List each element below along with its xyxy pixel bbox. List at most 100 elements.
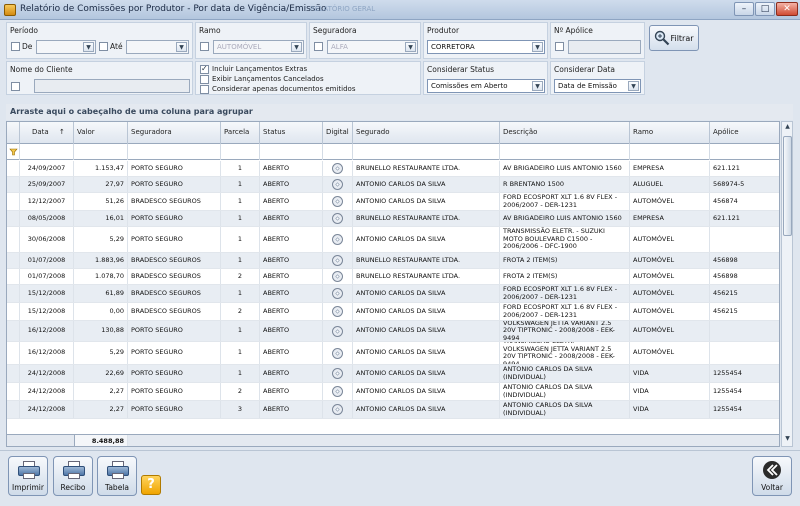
digital-disc-icon[interactable] bbox=[332, 288, 343, 299]
digital-disc-icon[interactable] bbox=[332, 255, 343, 266]
row-indicator[interactable] bbox=[7, 383, 20, 400]
row-indicator[interactable] bbox=[7, 269, 20, 284]
cell-parcela: 2 bbox=[221, 269, 260, 284]
recibo-button[interactable]: Recibo bbox=[53, 456, 93, 496]
filter-cell[interactable] bbox=[260, 144, 323, 160]
table-row[interactable]: 12/12/2007 51,26 BRADESCO SEGUROS 1 ABERTO AN… bbox=[7, 193, 779, 211]
data-inicio-combo[interactable]: ▼ bbox=[36, 40, 96, 54]
apolice-checkbox[interactable] bbox=[555, 42, 564, 51]
scroll-thumb[interactable] bbox=[783, 136, 792, 236]
row-indicator[interactable] bbox=[7, 161, 20, 176]
filter-cell[interactable] bbox=[353, 144, 500, 160]
cell-status: ABERTO bbox=[260, 161, 323, 176]
row-indicator[interactable] bbox=[7, 401, 20, 418]
digital-disc-icon[interactable] bbox=[332, 213, 343, 224]
table-row[interactable]: 01/07/2008 1.078,70 BRADESCO SEGUROS 2 ABERT… bbox=[7, 269, 779, 285]
column-header-seguradora[interactable]: Seguradora bbox=[128, 122, 221, 144]
filter-cell[interactable] bbox=[500, 144, 630, 160]
cell-valor: 1.883,96 bbox=[74, 253, 128, 268]
scroll-up-icon[interactable]: ▲ bbox=[783, 123, 792, 133]
maximize-button[interactable]: □ bbox=[755, 2, 775, 16]
column-header-ramo[interactable]: Ramo bbox=[630, 122, 710, 144]
data-fim-combo[interactable]: ▼ bbox=[126, 40, 189, 54]
voltar-button[interactable]: Voltar bbox=[752, 456, 792, 496]
row-indicator[interactable] bbox=[7, 253, 20, 268]
row-indicator[interactable] bbox=[7, 285, 20, 302]
imprimir-button[interactable]: Imprimir bbox=[8, 456, 48, 496]
digital-disc-icon[interactable] bbox=[332, 404, 343, 415]
digital-disc-icon[interactable] bbox=[332, 368, 343, 379]
digital-disc-icon[interactable] bbox=[332, 271, 343, 282]
cliente-checkbox[interactable] bbox=[11, 82, 20, 91]
row-indicator[interactable] bbox=[7, 303, 20, 320]
periodo-de-checkbox[interactable] bbox=[11, 42, 20, 51]
filter-cell[interactable] bbox=[323, 144, 353, 160]
close-button[interactable]: ✕ bbox=[776, 2, 798, 16]
digital-disc-icon[interactable] bbox=[332, 386, 343, 397]
filter-row-icon[interactable] bbox=[7, 144, 20, 160]
table-row[interactable]: 16/12/2008 5,29 PORTO SEGURO 1 ABERTO ANTONIO… bbox=[7, 342, 779, 365]
filter-cell[interactable] bbox=[74, 144, 128, 160]
exibir-cancelados-checkbox[interactable] bbox=[200, 75, 209, 84]
chevron-down-icon: ▼ bbox=[628, 81, 639, 91]
table-row[interactable]: 24/12/2008 2,27 PORTO SEGURO 3 ABERTO ANTONIO… bbox=[7, 401, 779, 419]
digital-disc-icon[interactable] bbox=[332, 325, 343, 337]
table-row[interactable]: 08/05/2008 16,01 PORTO SEGURO 1 ABERTO BRUNEL… bbox=[7, 211, 779, 227]
digital-disc-icon[interactable] bbox=[332, 234, 343, 245]
column-header-digital[interactable]: Digital bbox=[323, 122, 353, 144]
minimize-button[interactable]: – bbox=[734, 2, 754, 16]
column-header-valor[interactable]: Valor bbox=[74, 122, 128, 144]
table-row[interactable]: 01/07/2008 1.883,96 BRADESCO SEGUROS 1 ABERT… bbox=[7, 253, 779, 269]
row-indicator[interactable] bbox=[7, 227, 20, 252]
column-header-status[interactable]: Status bbox=[260, 122, 323, 144]
row-indicator[interactable] bbox=[7, 193, 20, 210]
incluir-extras-checkbox[interactable] bbox=[200, 64, 209, 74]
column-header-apolice[interactable]: Apólice bbox=[710, 122, 779, 144]
seguradora-combo[interactable]: ALFA ▼ bbox=[327, 40, 418, 54]
apolice-input[interactable] bbox=[568, 40, 641, 54]
filter-cell[interactable] bbox=[710, 144, 779, 160]
digital-disc-icon[interactable] bbox=[332, 196, 343, 207]
row-indicator[interactable] bbox=[7, 211, 20, 226]
column-header-segurado[interactable]: Segurado bbox=[353, 122, 500, 144]
filter-cell[interactable] bbox=[20, 144, 74, 160]
produtor-combo[interactable]: CORRETORA ▼ bbox=[427, 40, 545, 54]
ramo-combo[interactable]: AUTOMÓVEL ▼ bbox=[213, 40, 304, 54]
row-indicator[interactable] bbox=[7, 342, 20, 364]
table-row[interactable]: 24/12/2008 22,69 PORTO SEGURO 1 ABERTO ANTONI… bbox=[7, 365, 779, 383]
digital-disc-icon[interactable] bbox=[332, 347, 343, 359]
row-indicator[interactable] bbox=[7, 321, 20, 341]
vertical-scrollbar[interactable]: ▲ ▼ bbox=[781, 121, 793, 447]
table-row[interactable]: 16/12/2008 130,88 PORTO SEGURO 1 ABERTO ANTON… bbox=[7, 321, 779, 342]
cell-status: ABERTO bbox=[260, 383, 323, 400]
table-row[interactable]: 24/09/2007 1.153,47 PORTO SEGURO 1 ABERTO BRU… bbox=[7, 161, 779, 177]
table-row[interactable]: 15/12/2008 0,00 BRADESCO SEGUROS 2 ABERTO ANT… bbox=[7, 303, 779, 321]
help-icon[interactable]: ? bbox=[141, 475, 161, 495]
filter-cell[interactable] bbox=[128, 144, 221, 160]
row-indicator[interactable] bbox=[7, 177, 20, 192]
digital-disc-icon[interactable] bbox=[332, 306, 343, 317]
column-header-data[interactable]: Data ↑ bbox=[20, 122, 74, 144]
status-combo[interactable]: Comissões em Aberto ▼ bbox=[427, 79, 545, 93]
column-header-parcela[interactable]: Parcela bbox=[221, 122, 260, 144]
filter-cell[interactable] bbox=[630, 144, 710, 160]
considerar-data-combo[interactable]: Data de Emissão ▼ bbox=[554, 79, 641, 93]
table-row[interactable]: 25/09/2007 27,97 PORTO SEGURO 1 ABERTO ANTONI… bbox=[7, 177, 779, 193]
digital-disc-icon[interactable] bbox=[332, 179, 343, 190]
scroll-down-icon[interactable]: ▼ bbox=[783, 435, 792, 445]
digital-disc-icon[interactable] bbox=[332, 163, 343, 174]
cliente-input[interactable] bbox=[34, 79, 190, 93]
table-row[interactable]: 24/12/2008 2,27 PORTO SEGURO 2 ABERTO ANTONIO… bbox=[7, 383, 779, 401]
row-indicator[interactable] bbox=[7, 365, 20, 382]
tabela-button[interactable]: Tabela bbox=[97, 456, 137, 496]
seguradora-checkbox[interactable] bbox=[314, 42, 323, 51]
filtrar-button[interactable]: Filtrar bbox=[649, 25, 699, 51]
group-panel[interactable]: Arraste aqui o cabeçalho de uma coluna p… bbox=[6, 104, 793, 120]
table-row[interactable]: 15/12/2008 61,89 BRADESCO SEGUROS 1 ABERTO AN… bbox=[7, 285, 779, 303]
filter-cell[interactable] bbox=[221, 144, 260, 160]
table-row[interactable]: 30/06/2008 5,29 PORTO SEGURO 1 ABERTO ANTONIO… bbox=[7, 227, 779, 253]
ramo-checkbox[interactable] bbox=[200, 42, 209, 51]
column-header-descricao[interactable]: Descrição bbox=[500, 122, 630, 144]
apenas-emitidos-checkbox[interactable] bbox=[200, 85, 209, 94]
periodo-ate-checkbox[interactable] bbox=[99, 42, 108, 51]
